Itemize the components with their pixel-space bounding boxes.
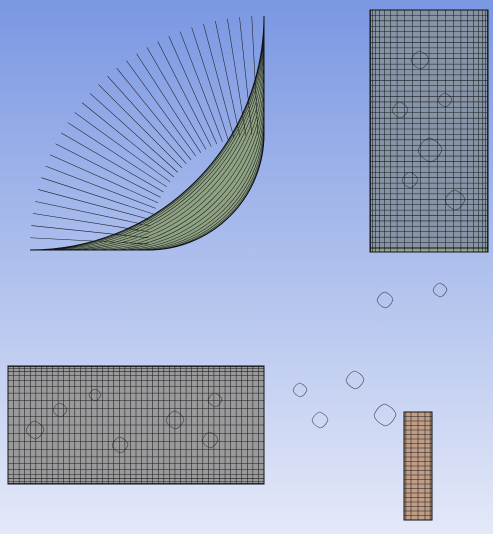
- outlet-pipe-mesh[interactable]: [369, 9, 489, 249]
- branch-pipe-mesh[interactable]: [403, 411, 433, 521]
- mesh-viewport[interactable]: [0, 0, 493, 534]
- inlet-pipe-mesh[interactable]: [7, 365, 265, 485]
- mesh-scene: [0, 0, 493, 534]
